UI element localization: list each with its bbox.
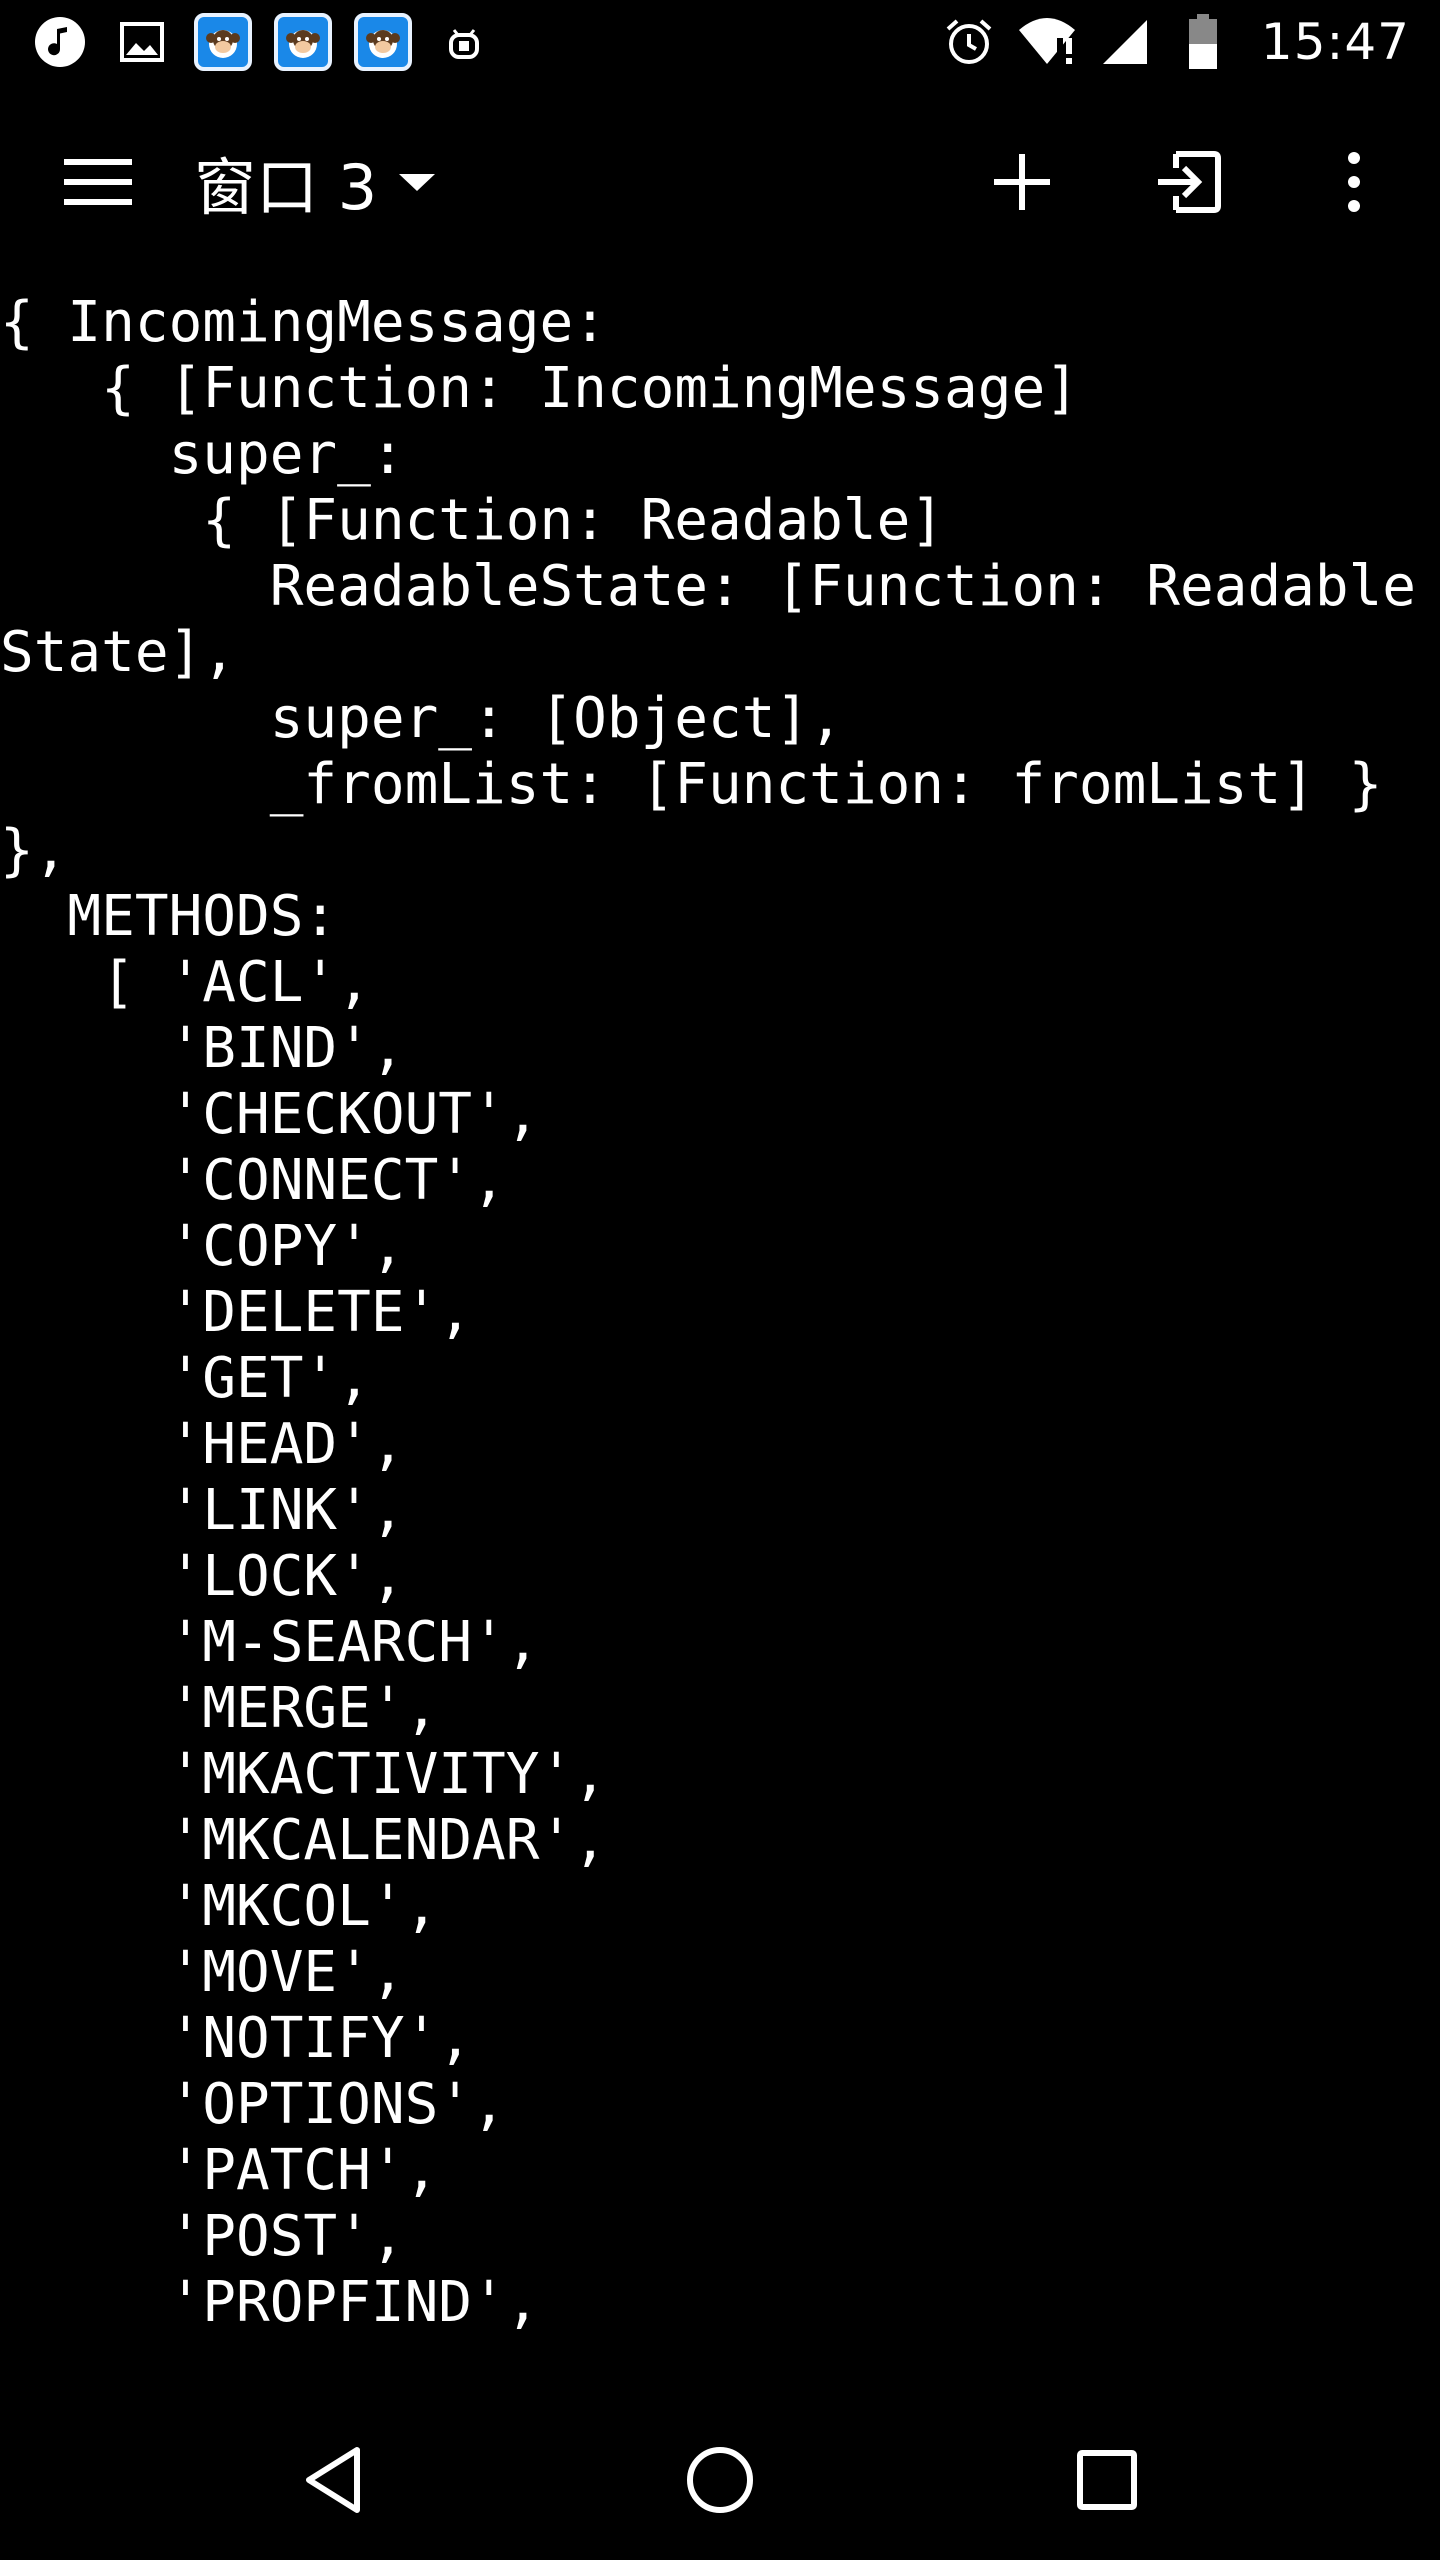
terminal-line: },: [0, 818, 68, 883]
terminal-line: super_: [Object],: [0, 686, 843, 751]
music-note-icon: [30, 12, 90, 72]
battery-icon: [1173, 12, 1233, 72]
terminal-line: super_:: [0, 422, 405, 487]
terminal-line: 'DELETE',: [0, 1280, 473, 1345]
terminal-line: 'MKACTIVITY',: [0, 1742, 607, 1807]
recents-button[interactable]: [1047, 2420, 1167, 2540]
terminal-line: _fromList: [Function: fromList] }: [0, 752, 1383, 817]
plus-icon: [994, 154, 1050, 210]
terminal-line: 'LOCK',: [0, 1544, 405, 1609]
monkey-app-icon: [274, 13, 332, 71]
clock-time: 15:47: [1260, 13, 1410, 71]
terminal-line: 'PATCH',: [0, 2138, 439, 2203]
terminal-line: 'HEAD',: [0, 1412, 405, 1477]
menu-icon: [64, 159, 132, 205]
close-window-button[interactable]: [1138, 132, 1238, 232]
status-bar: 15:47: [0, 0, 1440, 84]
terminal-line: 'OPTIONS',: [0, 2072, 506, 2137]
terminal-line: 'MKCOL',: [0, 1874, 439, 1939]
more-vertical-icon: [1348, 152, 1360, 212]
notification-icons: [30, 12, 494, 72]
terminal-line: { [Function: Readable]: [0, 488, 945, 553]
chevron-down-icon: [397, 162, 437, 202]
home-circle-icon: [686, 2447, 753, 2513]
monkey-app-icon: [194, 13, 252, 71]
enter-icon: [1158, 151, 1221, 213]
new-window-button[interactable]: [972, 132, 1072, 232]
window-selector-dropdown[interactable]: 窗口 3: [194, 137, 437, 227]
system-icons: 15:47: [939, 12, 1410, 72]
home-button[interactable]: [660, 2420, 780, 2540]
terminal-line: [ 'ACL',: [0, 950, 371, 1015]
wifi-alert-icon: [1017, 12, 1077, 72]
overflow-menu-button[interactable]: [1304, 132, 1404, 232]
terminal-line: 'COPY',: [0, 1214, 405, 1279]
back-triangle-icon: [306, 2447, 361, 2513]
android-debug-icon: [434, 12, 494, 72]
terminal-line: 'CHECKOUT',: [0, 1082, 540, 1147]
terminal-line: State],: [0, 620, 237, 685]
terminal-line: METHODS:: [0, 884, 338, 949]
app-toolbar: 窗口 3: [0, 120, 1440, 244]
terminal-line: 'PROPFIND',: [0, 2270, 540, 2335]
terminal-line: 'LINK',: [0, 1478, 405, 1543]
monkey-app-icon: [354, 13, 412, 71]
recents-square-icon: [1076, 2450, 1137, 2510]
terminal-line: ReadableState: [Function: Readable: [0, 554, 1417, 619]
navigation-bar: [0, 2400, 1440, 2560]
terminal-line: 'CONNECT',: [0, 1148, 506, 1213]
window-title: 窗口 3: [194, 151, 378, 224]
image-icon: [112, 12, 172, 72]
back-button[interactable]: [273, 2420, 393, 2540]
terminal-line: { IncomingMessage:: [0, 290, 607, 355]
alarm-icon: [939, 12, 999, 72]
cell-signal-icon: [1095, 12, 1155, 72]
terminal-line: 'NOTIFY',: [0, 2006, 473, 2071]
terminal-line: 'GET',: [0, 1346, 371, 1411]
terminal-line: { [Function: IncomingMessage]: [0, 356, 1079, 421]
terminal-line: 'M-SEARCH',: [0, 1610, 540, 1675]
terminal-line: 'MERGE',: [0, 1676, 439, 1741]
terminal-line: 'BIND',: [0, 1016, 405, 1081]
terminal-output[interactable]: { IncomingMessage: { [Function: Incoming…: [0, 290, 1440, 2350]
terminal-line: 'MKCALENDAR',: [0, 1808, 607, 1873]
terminal-line: 'MOVE',: [0, 1940, 405, 2005]
terminal-line: 'POST',: [0, 2204, 405, 2269]
drawer-menu-button[interactable]: [58, 142, 138, 222]
